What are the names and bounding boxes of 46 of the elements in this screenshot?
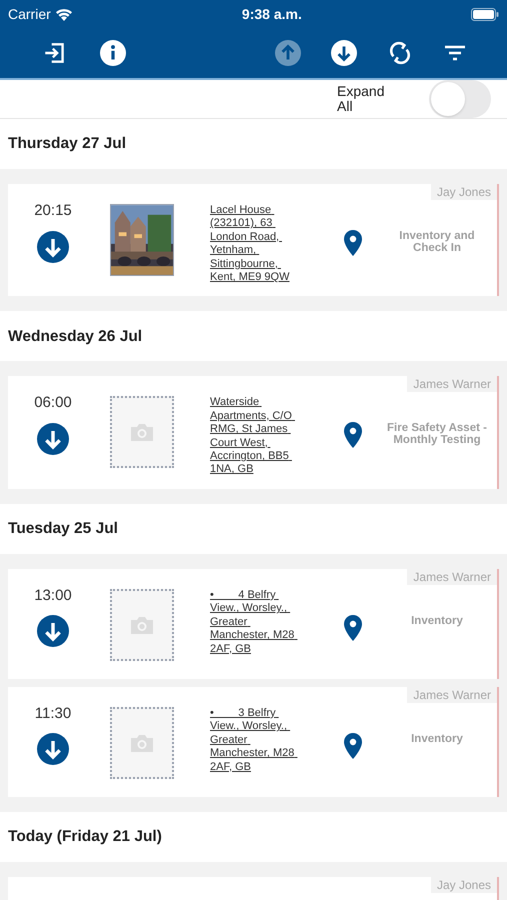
- job-time: 20:15: [34, 201, 72, 221]
- job-card[interactable]: James Warner 06:00 Waterside Apartments, C/O RMG, St James Court West, Accrington, BB5 1NA, GB Fire Safety Asset - Monthly Testing: [8, 376, 499, 489]
- day-heading: Thursday 27 Jul: [8, 134, 126, 154]
- info-icon[interactable]: [100, 40, 126, 66]
- camera-icon: [129, 732, 155, 753]
- job-time: 11:30: [34, 704, 72, 724]
- map-pin-icon[interactable]: [344, 614, 362, 641]
- filter-icon[interactable]: [443, 43, 467, 63]
- job-type: Inventory: [410, 732, 464, 745]
- wifi-icon: [54, 8, 73, 20]
- job-time: 13:00: [34, 586, 72, 606]
- battery-icon: [471, 8, 499, 20]
- job-time: 06:00: [34, 393, 72, 414]
- clock-label: 9:38 a.m.: [242, 4, 302, 24]
- address-link[interactable]: • 4 Belfry View., Worsley., Greater Manchester, M28 2AF, GB: [210, 588, 302, 656]
- job-type: Fire Safety Asset - Monthly Testing: [386, 422, 488, 446]
- address-link[interactable]: Waterside Apartments, C/O RMG, St James Court West, Accrington, BB5 1NA, GB: [210, 396, 302, 477]
- assignee-tag: Jay Jones: [430, 876, 497, 893]
- sync-icon[interactable]: [387, 40, 413, 66]
- day-heading: Today (Friday 21 Jul): [8, 827, 162, 848]
- assignee-tag: James Warner: [407, 686, 497, 703]
- job-type: Inventory and Check In: [398, 230, 476, 254]
- map-pin-icon[interactable]: [344, 230, 362, 256]
- job-card[interactable]: Jay Jones 20:15 Lacel House (232101), 63 London Road, Yetnham, Sittingbourne, Kent, ME9 9QW Inventory and Check In: [8, 184, 499, 296]
- assignee-tag: Jay Jones: [430, 184, 497, 200]
- address-link[interactable]: • 3 Belfry View., Worsley., Greater Manchester, M28 2AF, GB: [210, 706, 302, 774]
- expand-all-switch[interactable]: [429, 80, 491, 118]
- job-card[interactable]: James Warner 11:30 • 3 Belfry View., Worsley., Greater Manchester, M28 2AF, GB Inventory: [8, 686, 499, 797]
- day-heading: Tuesday 25 Jul: [8, 519, 118, 540]
- map-pin-icon[interactable]: [344, 422, 362, 448]
- day-heading: Wednesday 26 Jul: [8, 326, 142, 347]
- assignee-tag: James Warner: [407, 568, 497, 585]
- download-icon[interactable]: [37, 733, 69, 766]
- assignee-tag: James Warner: [407, 376, 497, 392]
- job-card[interactable]: James Warner 13:00 • 4 Belfry View., Worsley., Greater Manchester, M28 2AF, GB Inventory: [8, 568, 499, 679]
- expand-all-label: Expand All: [337, 84, 386, 114]
- carrier-label: Carrier: [8, 4, 51, 24]
- address-link[interactable]: Lacel House (232101), 63 London Road, Yetnham, Sittingbourne, Kent, ME9 9QW: [210, 204, 302, 284]
- job-type: Inventory: [410, 614, 464, 627]
- camera-icon: [129, 422, 155, 442]
- camera-icon: [129, 614, 155, 635]
- download-icon[interactable]: [37, 615, 69, 648]
- download-icon[interactable]: [331, 40, 357, 66]
- download-icon[interactable]: [37, 422, 69, 455]
- map-pin-icon[interactable]: [344, 732, 362, 759]
- download-icon[interactable]: [37, 230, 69, 262]
